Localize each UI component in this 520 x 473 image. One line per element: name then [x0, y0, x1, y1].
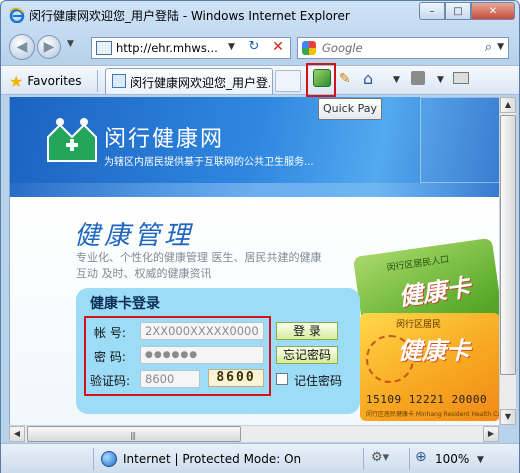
- stop-icon[interactable]: ✕: [268, 39, 288, 57]
- address-bar[interactable]: http://ehr.mhws... ▼ ↻ ✕: [91, 37, 291, 59]
- back-button[interactable]: ◀: [9, 34, 35, 60]
- scroll-grip: |||: [130, 431, 136, 440]
- google-icon: [302, 41, 316, 55]
- new-tab-button[interactable]: [275, 70, 301, 92]
- remember-password-label[interactable]: 记住密码: [294, 372, 342, 389]
- card-number: 15109 12221 20000: [366, 393, 488, 406]
- divider: [363, 448, 364, 470]
- site-logo: [47, 118, 97, 162]
- window-controls: – □ ✕: [419, 2, 515, 20]
- forward-arrow-icon: ▶: [43, 39, 55, 55]
- quickpay-tooltip: Quick Pay: [318, 98, 382, 120]
- horizontal-scrollbar[interactable]: ◀ ||| ▶: [9, 425, 499, 442]
- quickpay-icon[interactable]: [313, 69, 331, 87]
- favorites-button[interactable]: ★ Favorites: [9, 70, 82, 92]
- form-highlight: [84, 316, 271, 396]
- home-icon[interactable]: ⌂: [363, 69, 373, 88]
- site-slogan: 为辖区内居民提供基于互联网的公共卫生服务...: [104, 157, 314, 168]
- search-box[interactable]: Google ⌕ ▼: [297, 37, 509, 59]
- status-bar: Internet | Protected Mode: On ⚙▾ ⊕ 100% …: [1, 443, 519, 473]
- tab-active[interactable]: 闵行健康网欢迎您_用户登...: [105, 68, 273, 94]
- site-banner: 闵行健康网 为辖区内居民提供基于互联网的公共卫生服务...: [10, 97, 499, 197]
- search-icon[interactable]: ⌕: [485, 40, 492, 55]
- favorites-star-icon: ★: [9, 71, 24, 91]
- login-button[interactable]: 登 录: [276, 322, 338, 340]
- home-dropdown[interactable]: ▼: [393, 75, 400, 85]
- divider: [409, 448, 410, 470]
- ie-logo-icon: [9, 7, 25, 23]
- recent-pages-dropdown[interactable]: ▼: [67, 39, 74, 49]
- rss-dropdown[interactable]: ▼: [437, 75, 444, 85]
- address-dropdown[interactable]: ▼: [228, 42, 235, 52]
- banner-decoration: [420, 97, 499, 183]
- browser-window: 闵行健康网欢迎您_用户登陆 - Windows Internet Explore…: [0, 0, 520, 473]
- zone-settings-icon[interactable]: ⚙▾: [371, 450, 389, 465]
- search-options-dropdown[interactable]: ▼: [497, 42, 504, 52]
- security-zone-status[interactable]: Internet | Protected Mode: On: [123, 452, 301, 466]
- site-name: 闵行健康网: [104, 127, 225, 152]
- back-arrow-icon: ◀: [16, 39, 28, 55]
- card-footer: 闵行区居民健康卡 Minhang Resident Health Card: [366, 411, 499, 418]
- card-front-title: 健康卡: [398, 337, 470, 365]
- login-title: 健康卡登录: [90, 296, 160, 312]
- page-content: 闵行健康网 为辖区内居民提供基于互联网的公共卫生服务... 健康管理 专业化、个…: [9, 97, 499, 425]
- page-icon: [96, 41, 112, 55]
- zoom-level[interactable]: 100%: [435, 452, 469, 466]
- search-input[interactable]: Google: [322, 41, 363, 55]
- forgot-password-button[interactable]: 忘记密码: [276, 346, 338, 364]
- description-line: 互动 及时、权威的健康资讯: [76, 267, 212, 280]
- maximize-button[interactable]: □: [445, 2, 471, 20]
- window-title: 闵行健康网欢迎您_用户登陆 - Windows Internet Explore…: [29, 9, 350, 23]
- description-line: 专业化、个性化的健康管理 医生、居民共建的健康: [76, 251, 322, 264]
- address-input[interactable]: http://ehr.mhws...: [116, 41, 218, 55]
- close-button[interactable]: ✕: [471, 2, 515, 20]
- zoom-icon: ⊕: [415, 449, 427, 465]
- rss-icon[interactable]: [411, 71, 425, 85]
- title-bar: 闵行健康网欢迎您_用户登陆 - Windows Internet Explore…: [1, 1, 519, 29]
- vertical-scroll-thumb[interactable]: [500, 115, 516, 375]
- horizontal-scroll-thumb[interactable]: |||: [27, 426, 241, 442]
- globe-icon: [101, 451, 117, 467]
- pen-icon[interactable]: ✎: [339, 71, 355, 87]
- favorites-label: Favorites: [27, 74, 82, 88]
- card-back-title: 健康卡: [396, 273, 473, 312]
- scroll-right-button[interactable]: ▶: [483, 426, 499, 442]
- page-icon: [112, 74, 126, 88]
- divider: [93, 448, 94, 470]
- tab-title: 闵行健康网欢迎您_用户登...: [130, 76, 270, 90]
- section-title: 健康管理: [74, 221, 195, 251]
- scroll-up-button[interactable]: ▲: [500, 97, 516, 113]
- navigation-bar: ◀ ▶ ▼ http://ehr.mhws... ▼ ↻ ✕ Google ⌕ …: [1, 31, 519, 61]
- vertical-scrollbar[interactable]: ▲ ▼: [499, 97, 516, 425]
- minimize-button[interactable]: –: [419, 2, 445, 20]
- refresh-icon[interactable]: ↻: [244, 39, 264, 57]
- print-icon[interactable]: [453, 72, 469, 84]
- forward-button[interactable]: ▶: [37, 35, 61, 59]
- divider: [97, 70, 98, 92]
- scroll-left-button[interactable]: ◀: [9, 426, 25, 442]
- scroll-down-button[interactable]: ▼: [500, 409, 516, 425]
- remember-password-checkbox[interactable]: [276, 373, 288, 385]
- card-front-header: 闵行区居民: [396, 320, 442, 330]
- health-card-image-front: 闵行区居民 健康卡 15109 12221 20000 闵行区居民健康卡 Min…: [360, 313, 499, 421]
- banner-stripe: [10, 183, 499, 197]
- zoom-dropdown[interactable]: ▼: [477, 455, 484, 465]
